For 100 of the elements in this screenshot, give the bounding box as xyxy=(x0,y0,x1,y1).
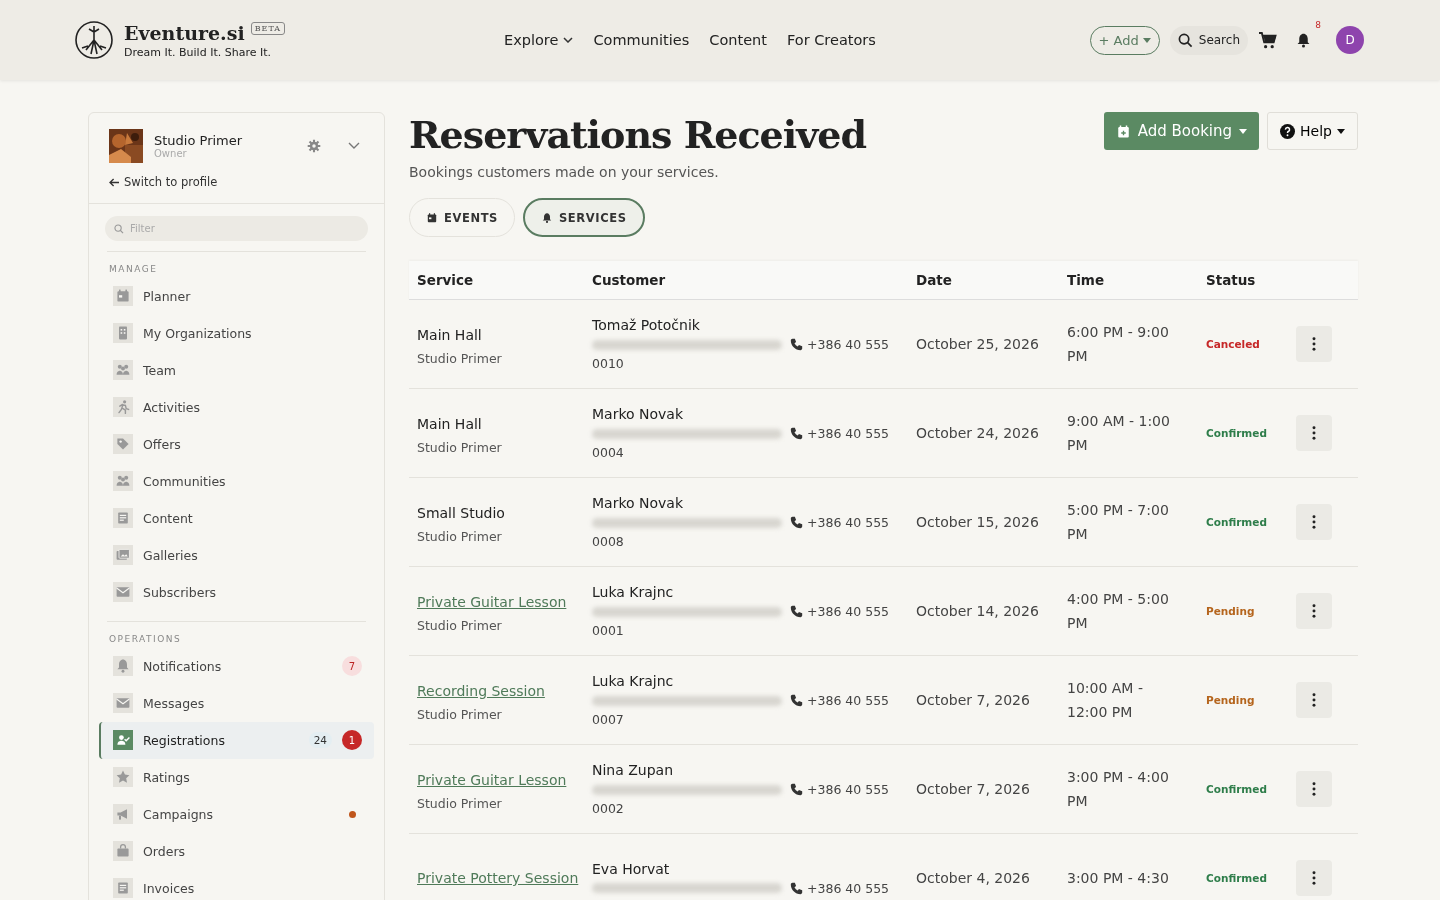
booking-code: 0004 xyxy=(592,445,625,460)
time-cell-text: 6:00 PM - 9:00 PM xyxy=(1067,323,1170,366)
status-label: Canceled xyxy=(1206,338,1261,350)
settings-icon[interactable] xyxy=(307,139,321,153)
venue-name: Studio Primer xyxy=(417,439,503,455)
people-icon xyxy=(115,362,131,378)
sidebar-item[interactable]: Planner xyxy=(99,277,374,315)
nav-link[interactable]: Communities xyxy=(593,32,690,48)
envelope-icon xyxy=(115,695,131,711)
status-label: Confirmed xyxy=(1206,427,1268,439)
nav-link[interactable]: For Creators xyxy=(786,32,876,48)
sidebar-item[interactable]: Offers xyxy=(99,425,374,463)
more-icon xyxy=(1312,515,1316,529)
filter-field[interactable]: Filter xyxy=(105,215,368,241)
customer-name: Marko Novak xyxy=(592,495,685,511)
sidebar-item[interactable]: Ratings xyxy=(99,758,374,796)
time-cell-text: 3:00 PM - 4:30 xyxy=(1067,869,1170,888)
booking-code: 0007 xyxy=(592,712,625,727)
sidebar-item[interactable]: Galleries xyxy=(99,536,374,574)
time-cell-text: 9:00 AM - 1:00 PM xyxy=(1067,412,1171,455)
help-button[interactable]: Help xyxy=(1267,112,1358,150)
status-label: Pending xyxy=(1206,694,1256,706)
service-link[interactable]: Recording Session xyxy=(417,678,592,703)
people-icon xyxy=(115,473,131,489)
alert-badge: 7 xyxy=(342,656,362,676)
sidebar-item[interactable]: Team xyxy=(99,351,374,389)
cart-icon[interactable] xyxy=(1258,31,1277,49)
sidebar-item[interactable]: Registrations 24 1 xyxy=(99,721,374,759)
switch-to-profile-link[interactable]: Switch to profile xyxy=(109,175,218,189)
phone-number: +386 40 555 xyxy=(790,782,890,797)
column-header: Status xyxy=(1206,272,1257,288)
date-cell-text: October 14, 2026 xyxy=(916,603,1040,619)
sidebar-item[interactable]: Invoices xyxy=(99,869,374,900)
sidebar-item[interactable]: Messages xyxy=(99,684,374,722)
organization-name: Studio Primer xyxy=(154,133,244,148)
booking-code: 0010 xyxy=(592,356,625,371)
nav-link[interactable]: Explore xyxy=(504,32,574,48)
search-icon xyxy=(1177,32,1193,48)
search-button[interactable]: Search xyxy=(1169,25,1248,55)
more-options-button[interactable] xyxy=(1296,682,1332,718)
customer-name: Tomaž Potočnik xyxy=(592,317,701,333)
customer-name: Eva Horvat xyxy=(592,860,671,877)
sidebar-item[interactable]: Notifications 7 xyxy=(99,647,374,685)
more-options-button[interactable] xyxy=(1296,415,1332,451)
customer-name: Marko Novak xyxy=(592,406,685,422)
booking-code: 0008 xyxy=(592,534,625,549)
more-icon xyxy=(1312,426,1316,440)
sidebar-item[interactable]: Communities xyxy=(99,462,374,500)
user-check-icon xyxy=(115,732,131,748)
brand-name[interactable]: Eventure.si xyxy=(124,21,245,44)
sidebar-item[interactable]: Content xyxy=(99,499,374,537)
more-options-button[interactable] xyxy=(1296,860,1332,896)
chevron-icon[interactable] xyxy=(348,142,360,150)
tree-logo-icon[interactable] xyxy=(74,20,114,60)
add-booking-button[interactable]: Add Booking xyxy=(1103,112,1260,150)
notification-count: 8 xyxy=(1315,19,1321,30)
service-name: Small Studio xyxy=(417,503,506,523)
beta-badge: BETA xyxy=(250,21,286,35)
document-icon xyxy=(115,880,131,896)
sidebar-item[interactable]: Orders xyxy=(99,832,374,870)
runner-icon xyxy=(115,399,131,415)
more-icon xyxy=(1312,782,1316,796)
sidebar-item[interactable]: Subscribers xyxy=(99,573,374,611)
phone-number: +386 40 555 xyxy=(790,693,890,708)
sidebar-item[interactable]: Activities xyxy=(99,388,374,426)
booking-code: 0001 xyxy=(592,623,625,638)
customer-name: Luka Krajnc xyxy=(592,584,675,600)
phone-icon xyxy=(790,605,803,618)
user-avatar[interactable]: D xyxy=(1336,26,1364,54)
more-options-button[interactable] xyxy=(1296,771,1332,807)
tab[interactable]: EVENTS xyxy=(409,198,515,237)
date-cell-text: October 25, 2026 xyxy=(916,336,1040,352)
more-options-button[interactable] xyxy=(1296,504,1332,540)
nav-link[interactable]: Content xyxy=(709,32,767,48)
calendar-icon xyxy=(426,211,438,224)
column-header: Date xyxy=(916,272,953,288)
more-options-button[interactable] xyxy=(1296,326,1332,362)
tab[interactable]: SERVICES xyxy=(522,198,645,237)
venue-name: Studio Primer xyxy=(417,706,503,722)
notifications-icon[interactable] xyxy=(1295,31,1312,49)
customer-name: Luka Krajnc xyxy=(592,673,675,689)
phone-icon xyxy=(790,694,803,707)
phone-number: +386 40 555 xyxy=(790,515,890,530)
sidebar-item[interactable]: My Organizations xyxy=(99,314,374,352)
organization-role: Owner xyxy=(154,148,188,159)
phone-number: +386 40 555 xyxy=(790,426,890,441)
date-cell-text: October 7, 2026 xyxy=(916,692,1031,708)
service-link[interactable]: Private Guitar Lesson xyxy=(417,589,592,614)
sidebar-item[interactable]: Campaigns xyxy=(99,795,374,833)
column-header: Service xyxy=(417,272,475,288)
date-cell-text: October 24, 2026 xyxy=(916,425,1040,441)
chevron-icon xyxy=(563,37,574,43)
service-link[interactable]: Private Pottery Session xyxy=(417,866,592,890)
caret-icon xyxy=(1142,37,1151,43)
date-cell-text: October 15, 2026 xyxy=(916,514,1040,530)
star-icon xyxy=(115,769,131,785)
more-options-button[interactable] xyxy=(1296,593,1332,629)
time-cell-text: 4:00 PM - 5:00 PM xyxy=(1067,590,1170,633)
service-link[interactable]: Private Guitar Lesson xyxy=(417,767,592,792)
phone-number: +386 40 555 xyxy=(790,604,890,619)
